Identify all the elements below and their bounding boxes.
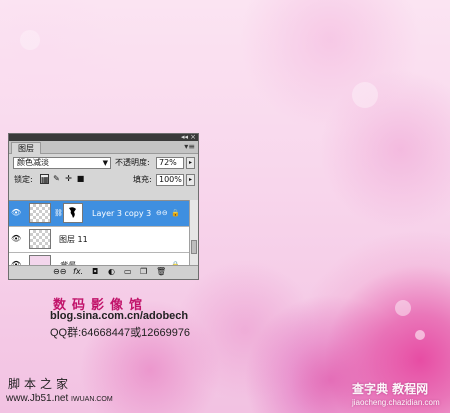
blend-row: 颜色减淡 ▼ 不透明度: 72% ▸: [9, 156, 198, 170]
lock-all-icon[interactable]: ■: [76, 174, 85, 184]
layers-list: 👁 ⛓ Layer 3 copy 3 ⊖⊖ 🔒 👁 图层 11 👁 背景 🔒: [9, 200, 190, 267]
dropdown-arrow-icon: ▼: [102, 159, 108, 167]
layer-thumbnail: [29, 203, 51, 223]
layer-thumbnail: [29, 229, 51, 249]
lock-label: 锁定:: [14, 175, 33, 184]
opacity-input[interactable]: 72%: [156, 157, 184, 169]
panel-footer: ⊖⊖ fx. ◘ ◐ ▭ ❐ 🗑: [9, 265, 198, 279]
layer-link-icon: ⊖⊖: [156, 209, 168, 217]
layer-name: Layer 3 copy 3: [92, 209, 152, 218]
layers-scrollbar[interactable]: [189, 200, 198, 266]
fill-input[interactable]: 100%: [156, 174, 184, 186]
collapse-icon[interactable]: ◂◂: [181, 133, 188, 141]
layer-lock-icon: 🔒: [171, 209, 180, 217]
close-icon[interactable]: ×: [190, 133, 196, 141]
tab-layers[interactable]: 图层: [11, 142, 41, 154]
bokeh-light: [352, 82, 378, 108]
opacity-label: 不透明度:: [115, 158, 150, 167]
lock-pixels-icon[interactable]: ✎: [52, 174, 61, 184]
blend-mode-select[interactable]: 颜色减淡 ▼: [13, 157, 111, 169]
site-watermark-right-url: jiaocheng.chazidian.com: [352, 398, 440, 407]
layers-panel: ◂◂ × 图层 ▾≡ 颜色减淡 ▼ 不透明度: 72% ▸ 锁定: ▦ ✎ ✛ …: [8, 133, 199, 280]
qq-group-text: QQ群:64668447或12669976: [50, 327, 191, 339]
add-mask-icon[interactable]: ◘: [92, 267, 98, 277]
blend-mode-value: 颜色减淡: [17, 158, 49, 167]
bokeh-light: [20, 30, 40, 50]
layer-row[interactable]: 👁 图层 11: [9, 227, 190, 253]
site-left-url: www.Jb51.net: [6, 393, 69, 404]
delete-layer-icon[interactable]: 🗑: [156, 267, 166, 277]
panel-title-bar[interactable]: ◂◂ ×: [9, 133, 198, 141]
link-layers-icon[interactable]: ⊖⊖: [53, 267, 66, 277]
fill-value: 100%: [159, 175, 182, 184]
scrollbar-thumb[interactable]: [191, 240, 197, 254]
mask-link-icon[interactable]: ⛓: [54, 208, 63, 218]
new-layer-icon[interactable]: ❐: [140, 267, 147, 277]
lock-position-icon[interactable]: ✛: [64, 174, 73, 184]
lock-row: 锁定: ▦ ✎ ✛ ■ 填充: 100% ▸: [9, 173, 198, 187]
layer-mask-thumbnail[interactable]: [63, 203, 83, 223]
add-style-button[interactable]: fx.: [73, 267, 83, 277]
panel-menu-icon[interactable]: ▾≡: [184, 142, 195, 152]
layer-name: 图层 11: [59, 235, 88, 244]
fill-slider-button[interactable]: ▸: [186, 174, 195, 186]
new-group-icon[interactable]: ▭: [124, 267, 132, 277]
layer-row[interactable]: 👁 ⛓ Layer 3 copy 3 ⊖⊖ 🔒: [9, 201, 190, 227]
fill-label: 填充:: [133, 175, 152, 184]
opacity-slider-button[interactable]: ▸: [186, 157, 195, 169]
opacity-value: 72%: [159, 158, 177, 167]
blog-url: blog.sina.com.cn/adobech: [50, 310, 189, 322]
adjustment-layer-icon[interactable]: ◐: [108, 267, 115, 277]
lock-transparency-icon[interactable]: ▦: [40, 174, 49, 184]
bokeh-light: [395, 300, 411, 316]
site-watermark-left-title: 脚本之家: [8, 377, 73, 391]
visibility-eye-icon[interactable]: 👁: [11, 234, 21, 244]
mask-shape-icon: [69, 207, 76, 218]
panel-tab-row: 图层 ▾≡: [9, 141, 198, 154]
bokeh-light: [415, 330, 425, 340]
visibility-eye-icon[interactable]: 👁: [11, 208, 21, 218]
site-watermark-right-title: 查字典 教程网: [352, 382, 429, 396]
site-watermark-left-url: www.Jb51.net IWUAN.COM: [6, 393, 113, 404]
site-left-small: IWUAN.COM: [71, 396, 113, 403]
